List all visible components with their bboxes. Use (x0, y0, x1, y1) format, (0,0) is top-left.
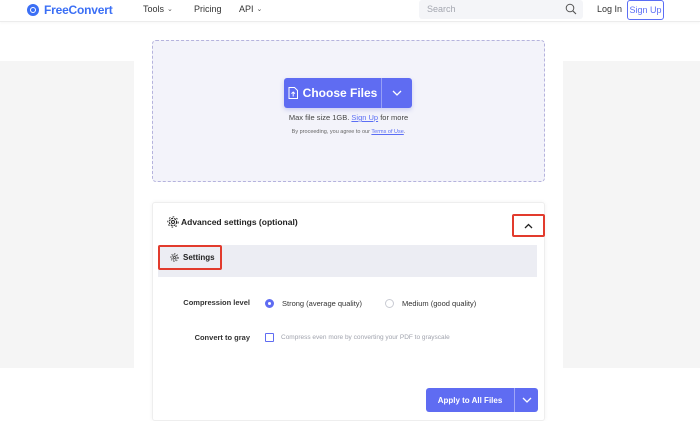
radio-strong[interactable] (265, 299, 274, 308)
apply-button-group: Apply to All Files (426, 388, 538, 412)
terms-note: By proceeding, you agree to our Terms of… (152, 129, 545, 135)
nav-tools-label: Tools (143, 4, 165, 14)
brand-name: FreeConvert (44, 3, 113, 17)
compression-level-label: Compression level (183, 298, 250, 307)
nav-api[interactable]: API ⌄ (239, 4, 262, 14)
search-input[interactable]: Search (419, 0, 583, 19)
gear-icon (167, 216, 179, 228)
apply-options-dropdown[interactable] (515, 388, 538, 412)
radio-medium-label[interactable]: Medium (good quality) (402, 299, 476, 308)
file-upload-icon (288, 87, 298, 99)
signup-link[interactable]: Sign Up (351, 113, 378, 122)
search-icon[interactable] (565, 3, 577, 15)
search-placeholder: Search (427, 4, 456, 14)
max-file-size-note: Max file size 1GB. Sign Up for more (152, 113, 545, 122)
radio-strong-label[interactable]: Strong (average quality) (282, 299, 362, 308)
nav-tools[interactable]: Tools ⌄ (143, 4, 173, 14)
nav-pricing-label: Pricing (194, 4, 222, 14)
choose-files-button[interactable]: Choose Files (284, 78, 381, 108)
max-size-suffix: for more (380, 113, 409, 122)
signup-button[interactable]: Sign Up (627, 0, 664, 20)
file-dropzone[interactable] (152, 40, 545, 182)
side-panel-right (563, 61, 700, 368)
max-size-text: Max file size 1GB. (288, 113, 350, 122)
tab-settings[interactable]: Settings (158, 245, 222, 270)
tab-settings-label: Settings (183, 253, 215, 262)
chevron-down-icon (522, 397, 531, 403)
gear-icon (170, 253, 179, 262)
brand-logo[interactable]: FreeConvert (27, 3, 113, 17)
choose-files-label: Choose Files (302, 86, 378, 100)
chevron-down-icon: ⌄ (167, 6, 173, 13)
convert-gray-checkbox[interactable] (265, 333, 274, 342)
terms-text: By proceeding, you agree to our (291, 129, 370, 135)
collapse-advanced-button[interactable] (512, 214, 545, 237)
terms-period: . (403, 129, 406, 135)
chevron-up-icon (524, 223, 533, 228)
convert-gray-description[interactable]: Compress even more by converting your PD… (281, 334, 450, 341)
login-link[interactable]: Log In (597, 4, 622, 14)
nav-api-label: API (239, 4, 254, 14)
terms-link[interactable]: Terms of Use (371, 129, 403, 135)
chevron-down-icon (392, 90, 402, 96)
chevron-down-icon: ⌄ (256, 6, 263, 13)
brand-icon (27, 4, 39, 16)
nav-pricing[interactable]: Pricing (194, 4, 222, 14)
top-nav-bar: FreeConvert Tools ⌄ Pricing API ⌄ Search… (0, 0, 700, 22)
convert-gray-label: Convert to gray (194, 333, 250, 342)
advanced-settings-title: Advanced settings (optional) (181, 217, 298, 227)
apply-to-all-files-button[interactable]: Apply to All Files (426, 388, 514, 412)
side-panel-left (0, 61, 134, 368)
choose-files-button-group: Choose Files (284, 78, 412, 108)
choose-source-dropdown[interactable] (382, 78, 412, 108)
radio-medium[interactable] (385, 299, 394, 308)
